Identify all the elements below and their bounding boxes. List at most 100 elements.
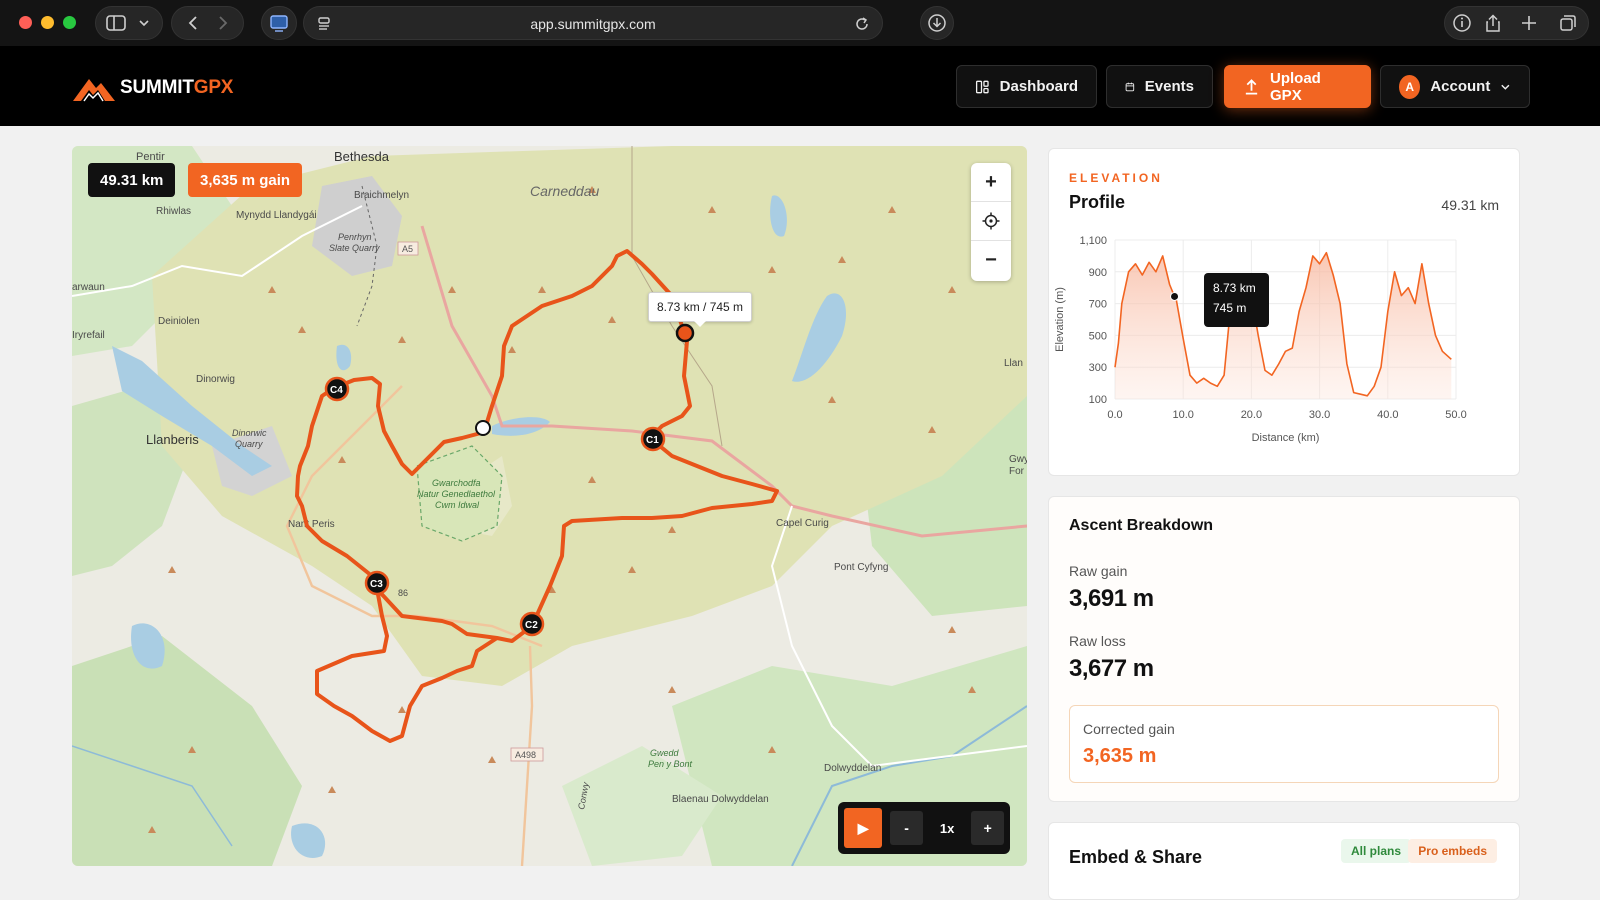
map-label-dinorwic-quarry: Quarry [235,439,263,449]
x-tick-label: 40.0 [1377,409,1398,421]
play-button[interactable]: ▶ [844,808,883,848]
map-label-cwm-idwal: Cwm Idwal [435,500,480,510]
raw-gain-value: 3,691 m [1069,585,1154,612]
map-label-capel-curig: Capel Curig [776,518,829,529]
map-label-gwedd: Gwedd [650,748,680,758]
pro-embeds-badge: Pro embeds [1408,839,1497,863]
dashboard-button[interactable]: Dashboard [956,65,1097,108]
account-menu-button[interactable]: A Account [1380,65,1530,108]
zoom-in-button[interactable]: + [971,163,1011,202]
map-hover-tooltip: 8.73 km / 745 m [648,292,753,327]
map-label-rhiwlas: Rhiwlas [156,206,191,217]
plus-icon: + [983,820,992,836]
sidebar-toggle-button[interactable] [95,6,163,40]
map-label-gwy: Gwy [1009,454,1027,465]
checkpoint-c3[interactable]: C3 [364,570,390,596]
y-tick-label: 700 [1089,299,1107,311]
map-label-carneddau: Carneddau [530,183,599,199]
tooltip-distance: 8.73 km [1213,281,1256,295]
avatar: A [1399,74,1421,99]
y-tick-label: 100 [1089,394,1107,406]
brand-name-part: SUMMIT [120,77,194,98]
start-marker[interactable] [475,420,491,436]
map-label-dinorwig: Dinorwig [196,374,235,385]
corrected-gain-box: Corrected gain 3,635 m [1069,705,1499,783]
zoom-out-button[interactable]: − [971,241,1011,280]
tab-overview-button[interactable] [261,6,297,40]
events-button[interactable]: Events [1106,65,1213,108]
distance-badge: 49.31 km [88,163,176,197]
dashboard-icon [975,80,989,93]
map-label-pont-cyfyng: Pont Cyfyng [834,562,888,573]
map-label-bethesda: Bethesda [334,149,390,164]
map-label-gwarchodfa: Gwarchodfa [432,478,481,488]
map-label-arwaun: arwaun [72,282,105,293]
address-bar[interactable]: app.summitgpx.com [303,6,883,40]
close-window-button[interactable] [19,16,32,29]
speed-up-button[interactable]: + [971,811,1004,845]
upload-icon [1245,78,1258,95]
ascent-title: Ascent Breakdown [1069,517,1214,534]
minus-icon: - [904,820,909,836]
browser-toolbar: app.summitgpx.com [0,0,1600,46]
upload-gpx-button[interactable]: Upload GPX [1224,65,1371,108]
map-label-for: For [1009,466,1025,477]
map-canvas[interactable]: Bethesda Pentir Carneddau Braichmelyn Rh… [72,146,1027,866]
browser-actions [1444,6,1589,40]
speed-down-button[interactable]: - [890,811,923,845]
chart-tooltip: 8.73 km 745 m [1204,273,1269,327]
plus-icon: + [985,170,997,193]
checkpoint-label: C4 [330,385,343,396]
sidebar-icon [106,15,149,31]
browser-action-icons[interactable] [1449,13,1584,33]
x-tick-label: 0.0 [1107,409,1122,421]
checkpoint-c1[interactable]: C1 [640,426,666,452]
download-icon [928,14,946,32]
x-tick-label: 30.0 [1309,409,1330,421]
account-label: Account [1430,78,1491,95]
reload-icon[interactable] [854,16,870,32]
brand-name: SUMMITGPX [120,77,233,99]
map-label-pen-y-bont: Pen y Bont [648,759,693,769]
minus-icon: − [985,249,997,271]
checkpoint-c2[interactable]: C2 [519,611,545,637]
elevation-chart[interactable]: 100 300 500 700 900 1,100 0.0 10.0 20.0 30.0 40.0 5… [1049,227,1521,477]
x-tick-label: 20.0 [1241,409,1262,421]
x-tick-label: 50.0 [1445,409,1466,421]
raw-loss-label: Raw loss [1069,633,1126,649]
play-icon: ▶ [857,819,869,836]
road-shield-a5: A5 [402,244,413,254]
back-forward-icons[interactable] [178,14,238,32]
elevation-area [1115,252,1452,399]
x-axis-label: Distance (km) [1252,432,1320,444]
ascent-breakdown-card: Ascent Breakdown Raw gain 3,691 m Raw lo… [1048,496,1520,802]
elevation-eyebrow: ELEVATION [1069,171,1163,185]
playback-controls: ▶ - 1x + [838,802,1010,854]
minimize-window-button[interactable] [41,16,54,29]
chevron-down-icon [1501,84,1510,90]
map-label-pentir: Pentir [136,151,165,163]
raw-loss-value: 3,677 m [1069,655,1154,682]
downloads-button[interactable] [920,6,954,40]
map-label-llanberis: Llanberis [146,432,199,447]
map-label-dolwyddelan: Dolwyddelan [824,763,881,774]
playback-speed: 1x [939,820,955,836]
brand-logo[interactable]: SUMMITGPX [72,73,233,103]
maximize-window-button[interactable] [63,16,76,29]
map-zoom-controls: + − [971,163,1011,281]
map-label-rynrefail: Iryrefail [72,330,105,341]
checkpoint-c4[interactable]: C4 [324,376,350,402]
map-label-mynydd: Mynydd Llandygái [236,210,317,221]
gain-badge: 3,635 m gain [188,163,303,197]
y-tick-label: 1,100 [1079,235,1107,247]
map-label-penrhyn: Penrhyn [338,232,372,242]
hover-position-marker[interactable] [675,323,695,343]
raw-gain-label: Raw gain [1069,563,1128,579]
route-map[interactable]: Bethesda Pentir Carneddau Braichmelyn Rh… [72,146,1027,866]
y-tick-label: 300 [1089,362,1107,374]
map-label-llan: Llan [1004,358,1023,369]
map-label-natur: Natur Genedlaethol [417,489,496,499]
y-tick-label: 500 [1089,330,1107,342]
locate-button[interactable] [971,202,1011,241]
calendar-icon [1125,82,1135,91]
